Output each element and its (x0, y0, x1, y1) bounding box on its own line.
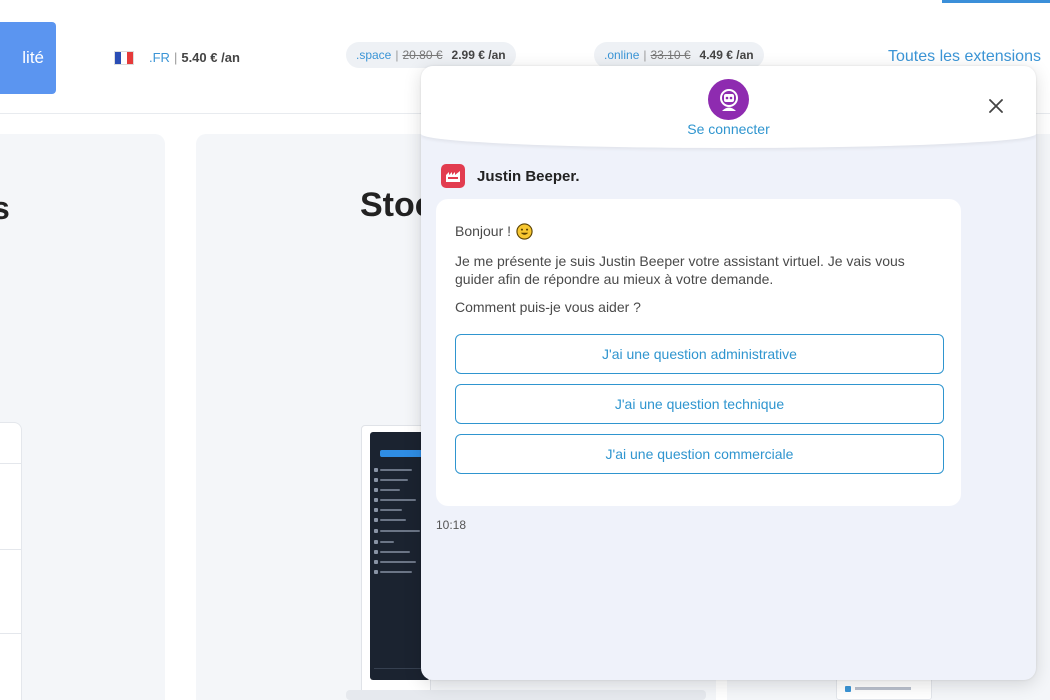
background-card-left (0, 134, 165, 700)
extension-price: 4.49 € /an (699, 48, 754, 62)
all-extensions-link[interactable]: Toutes les extensions (888, 48, 1041, 66)
intro-message: Je me présente je suis Justin Beeper vot… (455, 253, 905, 287)
cta-button[interactable]: lité (0, 22, 56, 94)
extension-name: .space (356, 48, 392, 62)
background-strip (346, 690, 706, 700)
greeting-text: Bonjour ! (455, 223, 512, 239)
extension-name: .online (604, 48, 640, 62)
agent-logo-icon (441, 164, 465, 188)
chat-widget: Se connecter Justin Beeper. Bonjour ! Je… (421, 66, 1036, 680)
extension-online[interactable]: .online | 33.10 € 4.49 € /an (594, 42, 764, 68)
chat-header: Se connecter (421, 66, 1036, 148)
close-icon[interactable] (986, 96, 1006, 116)
message-bubble: Bonjour ! Je me présente je suis Justin … (436, 199, 961, 506)
agent-name: Justin Beeper. (477, 167, 580, 185)
smiling-face-icon (516, 222, 533, 240)
extension-old-price: 20.80 € (402, 48, 443, 62)
left-widget (0, 422, 22, 700)
extension-price: 5.40 € /an (181, 50, 240, 65)
extension-separator: | (395, 48, 399, 62)
choice-administrative-button[interactable]: J'ai une question administrative (455, 334, 944, 374)
robot-avatar-icon (708, 79, 749, 120)
france-flag-icon (114, 50, 134, 65)
choice-technical-button[interactable]: J'ai une question technique (455, 384, 944, 424)
extension-price: 2.99 € /an (451, 48, 506, 62)
agent-row: Justin Beeper. (441, 163, 580, 189)
extension-old-price: 33.10 € (650, 48, 691, 62)
question-message: Comment puis-je vous aider ? (455, 299, 641, 315)
cta-button-label: lité (22, 48, 44, 67)
choice-commercial-button[interactable]: J'ai une question commerciale (455, 434, 944, 474)
greeting-message: Bonjour ! (455, 222, 942, 240)
extension-space[interactable]: .space | 20.80 € 2.99 € /an (346, 42, 516, 68)
extension-separator: | (173, 50, 178, 65)
message-timestamp: 10:18 (436, 518, 467, 532)
left-heading-fragment: s (0, 190, 10, 226)
top-accent-bar (942, 0, 1050, 3)
extension-separator: | (643, 48, 647, 62)
extension-fr[interactable]: .FR | 5.40 € /an (114, 50, 240, 65)
choice-list: J'ai une question administrative J'ai un… (455, 334, 944, 474)
extension-name: .FR (149, 50, 170, 65)
connect-link[interactable]: Se connecter (421, 121, 1036, 137)
